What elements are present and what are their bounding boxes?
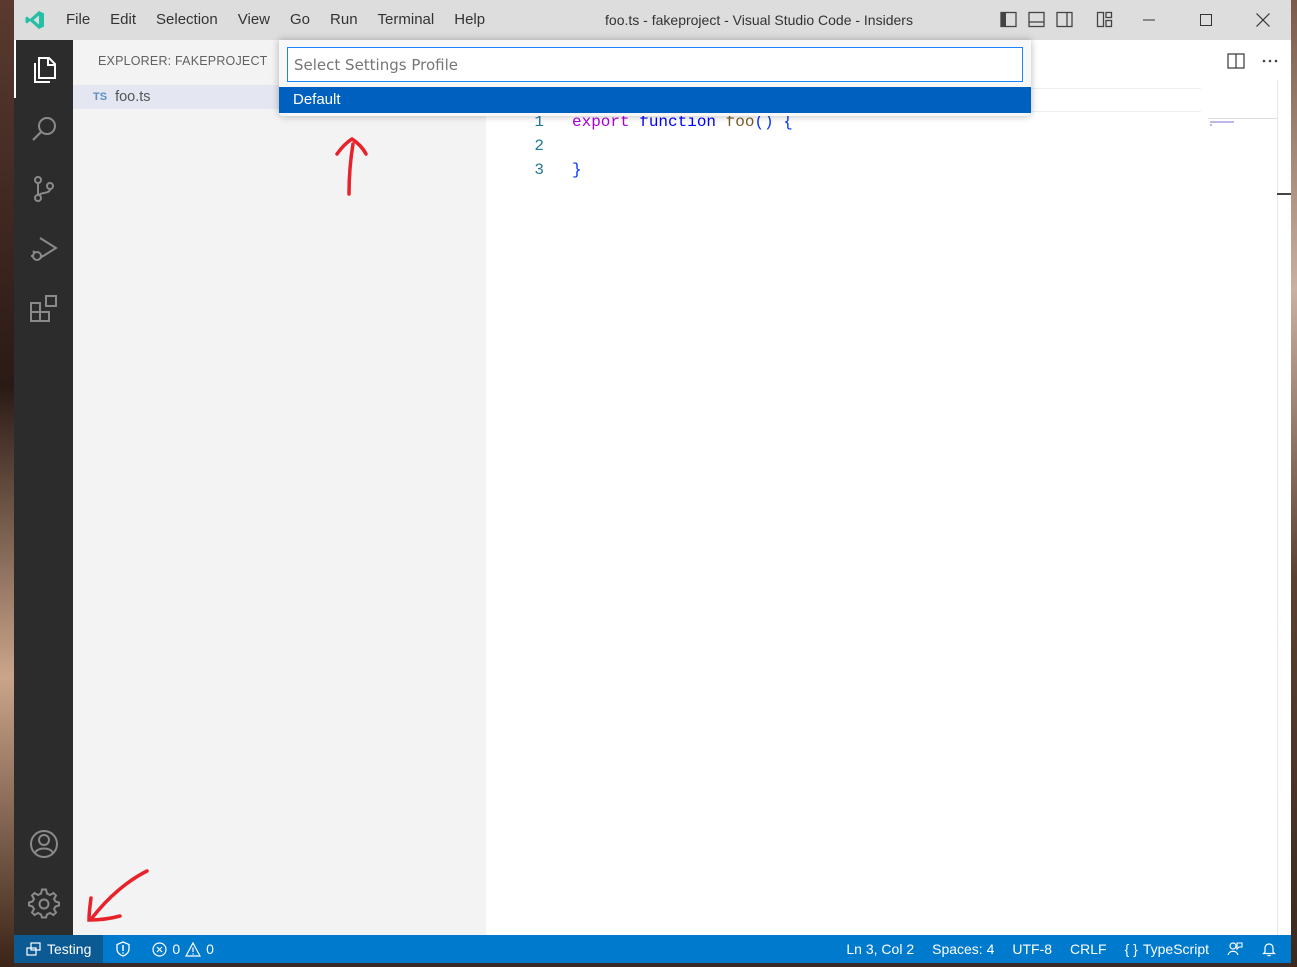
search-icon[interactable] — [14, 100, 73, 158]
menu-terminal[interactable]: Terminal — [368, 0, 445, 40]
menu-edit[interactable]: Edit — [100, 0, 146, 40]
explorer-sidebar: EXPLORER: FAKEPROJECT TS foo.ts — [73, 40, 486, 935]
scrollbar-cursor-marker — [1277, 193, 1291, 195]
profile-status-item[interactable]: Testing — [14, 935, 104, 963]
problems-item[interactable]: 0 0 — [143, 935, 223, 963]
line-number: 2 — [534, 137, 544, 155]
source-control-icon[interactable] — [14, 160, 73, 218]
warning-count: 0 — [206, 941, 214, 957]
editor-actions — [1227, 52, 1279, 73]
line-number: 3 — [534, 161, 544, 179]
menu-run[interactable]: Run — [320, 0, 368, 40]
menu-selection[interactable]: Selection — [146, 0, 228, 40]
profile-name: Testing — [47, 941, 92, 957]
feedback-icon[interactable] — [1218, 935, 1252, 963]
desktop-background-right — [1291, 0, 1297, 967]
minimap[interactable] — [1208, 115, 1278, 126]
menu-help[interactable]: Help — [444, 0, 495, 40]
status-bar: Testing 0 0 Ln 3, Col 2 Spaces: 4 UTF-8 … — [14, 935, 1291, 963]
language-name: TypeScript — [1142, 941, 1209, 957]
activity-bar — [14, 40, 73, 935]
workspace-trust-item[interactable] — [103, 935, 143, 963]
toggle-secondary-sidebar-icon[interactable] — [1055, 10, 1073, 28]
editor-scrollbar[interactable] — [1277, 80, 1291, 935]
end-of-line[interactable]: CRLF — [1061, 935, 1116, 963]
cursor-position[interactable]: Ln 3, Col 2 — [837, 935, 923, 963]
manage-gear-icon[interactable] — [14, 875, 73, 933]
accounts-icon[interactable] — [14, 815, 73, 873]
profile-option-default[interactable]: Default — [279, 87, 1031, 113]
typescript-file-icon: TS — [93, 91, 108, 103]
desktop-background-left — [0, 0, 14, 967]
minimize-icon[interactable] — [1120, 0, 1177, 40]
explorer-title: EXPLORER: FAKEPROJECT — [98, 54, 268, 68]
more-actions-icon[interactable] — [1261, 52, 1279, 73]
extensions-icon[interactable] — [14, 280, 73, 338]
profile-search-input[interactable] — [287, 47, 1023, 82]
customize-layout-icon[interactable] — [1095, 10, 1113, 28]
encoding[interactable]: UTF-8 — [1003, 935, 1061, 963]
indentation[interactable]: Spaces: 4 — [923, 935, 1003, 963]
toggle-primary-sidebar-icon[interactable] — [999, 10, 1017, 28]
maximize-icon[interactable] — [1177, 0, 1234, 40]
menu-go[interactable]: Go — [280, 0, 320, 40]
layout-controls — [999, 10, 1113, 28]
close-brace: } — [572, 161, 582, 179]
settings-profile-quick-pick: Default — [279, 40, 1031, 116]
status-bar-right: Ln 3, Col 2 Spaces: 4 UTF-8 CRLF { } Typ… — [837, 935, 1291, 963]
shield-icon — [116, 941, 131, 957]
notifications-bell-icon[interactable] — [1252, 935, 1291, 963]
title-bar: File Edit Selection View Go Run Terminal… — [14, 0, 1291, 40]
split-editor-icon[interactable] — [1227, 52, 1245, 73]
run-and-debug-icon[interactable] — [14, 220, 73, 278]
language-mode[interactable]: { } TypeScript — [1116, 935, 1218, 963]
error-icon — [152, 941, 167, 957]
explorer-icon[interactable] — [14, 40, 73, 98]
vscode-insiders-logo-icon[interactable] — [14, 0, 56, 40]
menu-view[interactable]: View — [228, 0, 280, 40]
menu-bar: File Edit Selection View Go Run Terminal… — [56, 0, 495, 40]
toggle-panel-icon[interactable] — [1027, 10, 1045, 28]
profile-icon — [26, 942, 41, 956]
window-controls — [1120, 0, 1291, 40]
window-title: foo.ts - fakeproject - Visual Studio Cod… — [605, 12, 913, 28]
vscode-window: File Edit Selection View Go Run Terminal… — [14, 0, 1291, 963]
menu-file[interactable]: File — [56, 0, 100, 40]
editor-area[interactable]: 1 export function foo() { 2 3 } — [486, 40, 1291, 935]
braces-icon: { } — [1124, 941, 1138, 957]
warning-icon — [185, 941, 202, 957]
file-name: foo.ts — [115, 89, 151, 105]
close-icon[interactable] — [1234, 0, 1291, 40]
error-count: 0 — [172, 941, 181, 957]
